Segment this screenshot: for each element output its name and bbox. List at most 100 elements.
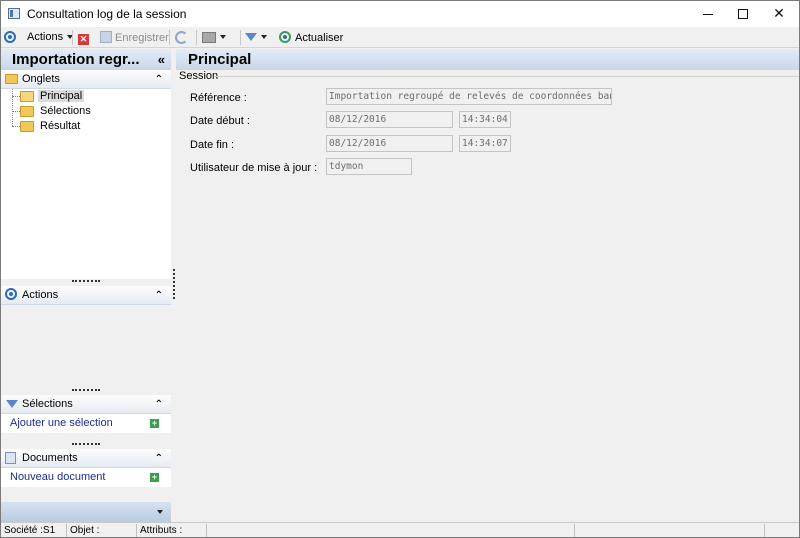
update-icon	[279, 31, 291, 43]
toolbar-divider	[72, 30, 73, 45]
new-document-link[interactable]: Nouveau document +	[1, 468, 171, 487]
open-folder-icon	[20, 90, 34, 102]
tree-connector	[12, 110, 20, 112]
sync-icon	[175, 31, 188, 44]
tree-connector	[12, 95, 20, 97]
status-panel	[207, 524, 575, 537]
add-selection-label: Ajouter une sélection	[10, 417, 113, 429]
status-panel	[575, 524, 765, 537]
end-date-label: Date fin :	[190, 139, 235, 151]
filter-button[interactable]	[245, 29, 275, 46]
tree-connector	[12, 125, 20, 127]
actions-menu-label: Actions	[27, 31, 64, 43]
toolbar-divider	[169, 30, 170, 45]
resize-grip[interactable]	[72, 389, 100, 392]
printer-icon	[202, 32, 216, 43]
close-icon: ✕	[773, 6, 785, 22]
start-time-field[interactable]: 14:34:04	[459, 111, 511, 128]
tabs-section-title: Onglets	[22, 73, 60, 85]
status-bar: Société :S1 Objet : Attributs :	[1, 522, 799, 537]
tree-item-resultat[interactable]: Résultat	[12, 119, 82, 134]
save-label: Enregistrer	[115, 32, 169, 44]
tree-item-label: Principal	[38, 90, 85, 102]
target-icon	[4, 31, 16, 43]
status-object: Objet :	[67, 524, 137, 537]
target-icon	[5, 288, 17, 300]
documents-section-header[interactable]: Documents ⌃	[1, 449, 171, 468]
filter-icon	[245, 33, 257, 41]
window-title: Consultation log de la session	[27, 7, 187, 21]
tree-item-label: Sélections	[40, 105, 91, 117]
tree-item-selections[interactable]: Sélections	[12, 104, 93, 119]
sync-button[interactable]	[175, 29, 191, 46]
document-icon	[5, 452, 16, 464]
update-user-label: Utilisateur de mise à jour :	[190, 162, 318, 174]
actions-pane	[1, 305, 171, 387]
left-panel-title: Importation regr... «	[1, 49, 171, 70]
status-company: Société :S1	[1, 524, 67, 537]
update-user-field[interactable]: tdymon	[326, 158, 412, 175]
toolbar-divider	[196, 30, 197, 45]
reference-field[interactable]: Importation regroupé de relevés de coord…	[326, 88, 612, 105]
target-button[interactable]	[4, 29, 20, 46]
main-panel-title: Principal	[176, 49, 799, 70]
collapse-icon[interactable]: ⌃	[155, 70, 163, 89]
app-icon	[8, 8, 20, 19]
folder-icon	[20, 105, 34, 117]
cancel-button[interactable]: ✕	[78, 29, 92, 46]
tree-item-principal[interactable]: Principal	[12, 89, 85, 104]
save-icon	[100, 31, 112, 43]
end-date-field[interactable]: 08/12/2016	[326, 135, 453, 152]
documents-section-title: Documents	[22, 452, 78, 464]
chevron-down-icon	[261, 35, 267, 40]
splitter-grip[interactable]	[173, 269, 175, 299]
resize-grip[interactable]	[72, 280, 100, 283]
tabs-tree: Principal Sélections Résultat	[1, 89, 171, 279]
start-date-label: Date début :	[190, 115, 250, 127]
end-time-field[interactable]: 14:34:07	[459, 135, 511, 152]
resize-grip[interactable]	[72, 443, 100, 446]
tree-item-label: Résultat	[40, 120, 81, 132]
status-attributes: Attributs :	[137, 524, 207, 537]
maximize-button[interactable]	[725, 1, 761, 27]
session-group-label: Session	[179, 70, 219, 82]
add-icon[interactable]: +	[150, 419, 159, 428]
application-window: Consultation log de la session ✕ Actions…	[0, 0, 800, 538]
main-panel: Principal Session Référence : Importatio…	[176, 49, 799, 522]
selections-section-header[interactable]: Sélections ⌃	[1, 395, 171, 414]
cancel-icon: ✕	[78, 34, 89, 45]
toolbar-divider	[240, 30, 241, 45]
tabs-section-header[interactable]: Onglets ⌃	[1, 70, 171, 89]
update-button[interactable]: Actualiser	[279, 29, 343, 46]
collapse-icon[interactable]: ⌃	[155, 395, 163, 414]
minimize-icon	[703, 13, 713, 15]
collapse-icon[interactable]: ⌃	[155, 286, 163, 305]
reference-label: Référence :	[190, 92, 247, 104]
actions-section-title: Actions	[22, 289, 59, 301]
title-bar: Consultation log de la session ✕	[1, 1, 799, 27]
collapse-panel-button[interactable]: «	[158, 49, 165, 70]
folder-icon	[5, 74, 18, 84]
minimize-button[interactable]	[690, 1, 726, 27]
filter-icon	[6, 400, 18, 408]
left-panel-title-text: Importation regr...	[12, 51, 140, 68]
left-panel: Importation regr... « Onglets ⌃ Principa…	[1, 49, 171, 522]
toolbar: Actions ✕ Enregistrer Actualiser	[1, 27, 799, 48]
actions-menu-button[interactable]: Actions	[27, 29, 74, 46]
print-button[interactable]	[202, 29, 232, 46]
group-divider	[214, 76, 799, 77]
close-button[interactable]: ✕	[761, 1, 797, 27]
chevron-down-icon	[157, 510, 163, 514]
selections-section-title: Sélections	[22, 398, 73, 410]
start-date-field[interactable]: 08/12/2016	[326, 111, 453, 128]
collapse-icon[interactable]: ⌃	[155, 449, 163, 468]
new-document-label: Nouveau document	[10, 471, 106, 483]
add-selection-link[interactable]: Ajouter une sélection +	[1, 414, 171, 433]
folder-icon	[20, 120, 34, 132]
panel-footer-bar[interactable]	[1, 502, 171, 522]
add-icon[interactable]: +	[150, 473, 159, 482]
actions-section-header[interactable]: Actions ⌃	[1, 286, 171, 305]
status-panel	[765, 524, 799, 537]
maximize-icon	[738, 9, 748, 19]
save-button[interactable]: Enregistrer	[100, 29, 169, 46]
